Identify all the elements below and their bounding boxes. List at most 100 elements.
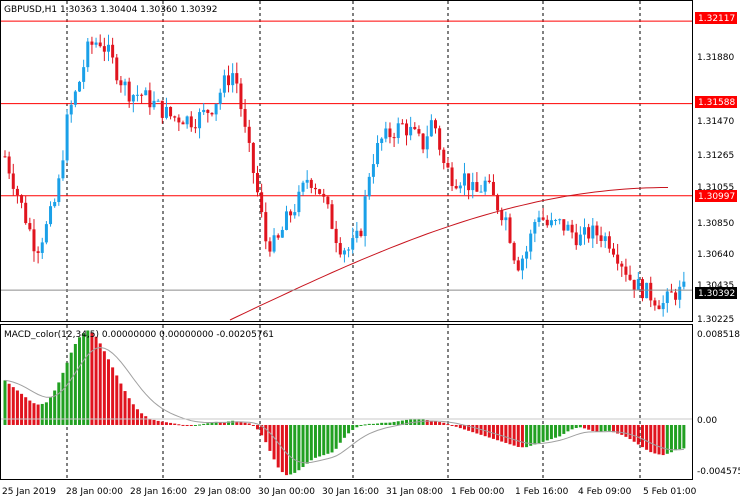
candle-body (413, 126, 417, 130)
candle-body (446, 163, 450, 168)
macd-bar (185, 424, 189, 426)
candle-body (40, 242, 44, 253)
macd-bar (276, 424, 280, 468)
candle-body (512, 242, 516, 261)
candle-body (152, 100, 156, 108)
time-tick: 28 Jan 16:00 (130, 487, 187, 497)
candle-body (587, 227, 591, 239)
bid-price-tag: 1.30392 (695, 287, 737, 299)
macd-bar (433, 421, 437, 425)
candle-body (433, 120, 437, 129)
candle-body (243, 109, 247, 127)
candle-body (628, 274, 632, 280)
macd-bar (541, 424, 545, 442)
candle-body (541, 217, 545, 220)
candle-body (189, 116, 193, 128)
macd-bar (189, 424, 193, 426)
candle-body (160, 100, 164, 118)
price-tag-2: 1.31588 (695, 96, 737, 108)
candle-body (313, 187, 317, 190)
candle-body (239, 83, 243, 110)
macd-bar (371, 423, 375, 425)
macd-bar (591, 424, 595, 432)
candle-body (607, 236, 611, 249)
candle-body (111, 44, 115, 58)
macd-bar (15, 390, 19, 425)
macd-bar (156, 420, 160, 425)
candle-body (98, 42, 102, 47)
price-tick: 1.31470 (697, 117, 734, 127)
candle-body (640, 279, 644, 299)
candle-body (347, 249, 351, 251)
price-tick: 1.30225 (697, 315, 734, 325)
candle-body (214, 103, 218, 115)
candle-body (674, 292, 678, 300)
macd-bar (649, 424, 653, 453)
candle-body (392, 137, 396, 139)
macd-bar (562, 424, 566, 434)
macd-bar (624, 424, 628, 437)
candle-body (657, 305, 661, 310)
macd-bar (392, 421, 396, 425)
time-tick: 1 Feb 16:00 (515, 487, 569, 497)
candle-body (384, 128, 388, 139)
candle-body (355, 230, 359, 239)
candle-body (537, 217, 541, 222)
candle-body (198, 112, 202, 129)
candle-body (24, 202, 28, 224)
candle-body (61, 160, 65, 179)
candle-body (616, 254, 620, 264)
macd-bar (603, 424, 607, 432)
candle-body (177, 117, 181, 123)
macd-bar (44, 402, 48, 425)
macd-bar (169, 422, 173, 425)
macd-bar (69, 352, 73, 425)
macd-bar (61, 372, 65, 425)
macd-bar (363, 424, 367, 426)
candle-body (467, 173, 471, 191)
candle-body (570, 224, 574, 233)
macd-bar (500, 424, 504, 442)
macd-bar (106, 359, 110, 425)
candle-body (363, 196, 367, 237)
macd-bar (181, 424, 185, 426)
macd-bar (578, 424, 582, 428)
candle-body (525, 251, 529, 259)
candle-body (545, 219, 549, 226)
macd-bar (123, 391, 127, 425)
macd-bar (334, 424, 338, 449)
candle-body (429, 120, 433, 137)
candle-body (665, 291, 669, 304)
candle-body (53, 202, 57, 207)
candle-body (193, 127, 197, 129)
macd-bar (525, 424, 529, 448)
candle-body (78, 81, 82, 92)
macd-bar (450, 424, 454, 426)
macd-bar (388, 422, 392, 425)
candle-body (454, 186, 458, 189)
time-axis[interactable]: 25 Jan 2019 28 Jan 00:00 28 Jan 16:00 29… (2, 487, 697, 497)
macd-bar (620, 424, 624, 435)
trading-chart[interactable]: GBPUSD,H1 1.30363 1.30404 1.30360 1.3039… (0, 0, 740, 500)
macd-bar (599, 424, 603, 432)
candle-body (322, 193, 326, 197)
macd-bar (512, 424, 516, 446)
candle-body (405, 123, 409, 136)
macd-bar (545, 424, 549, 441)
candle-body (49, 206, 53, 225)
macd-bar (471, 424, 475, 433)
macd-bar (554, 424, 558, 438)
time-tick: 30 Jan 00:00 (258, 487, 315, 497)
candle-body (438, 128, 442, 150)
macd-bar (40, 403, 44, 425)
price-tick: 1.31265 (697, 151, 734, 161)
candle-body (169, 106, 173, 117)
macd-bar (533, 424, 537, 445)
candle-body (574, 232, 578, 246)
macd-bar (309, 424, 313, 461)
candle-body (231, 73, 235, 86)
macd-bar (318, 424, 322, 457)
candle-body (210, 112, 214, 115)
macd-bar (247, 423, 251, 425)
candle-body (458, 185, 462, 189)
